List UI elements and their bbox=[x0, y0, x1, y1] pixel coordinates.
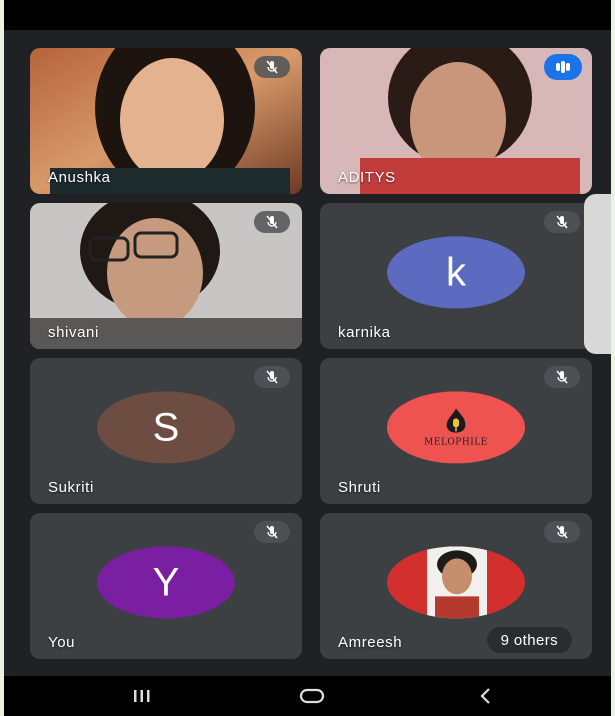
mic-off-icon bbox=[544, 366, 580, 388]
mic-off-icon bbox=[254, 366, 290, 388]
participant-name: Sukriti bbox=[48, 479, 94, 496]
participant-name: Anushka bbox=[48, 169, 111, 186]
side-panel-handle[interactable] bbox=[584, 194, 611, 354]
participant-tile-shivani[interactable]: shivani bbox=[30, 203, 302, 349]
participant-name: Amreesh bbox=[338, 634, 403, 651]
logo-text: MELOPHILE bbox=[424, 437, 488, 448]
participant-name: karnika bbox=[338, 324, 391, 341]
participant-name: You bbox=[48, 634, 76, 651]
mic-off-icon bbox=[544, 521, 580, 543]
participant-tile-sukriti[interactable]: S Sukriti bbox=[30, 358, 302, 504]
flame-mic-icon bbox=[446, 408, 466, 433]
recents-icon[interactable] bbox=[122, 684, 162, 708]
participant-tile-you[interactable]: Y You bbox=[30, 513, 302, 659]
status-bar bbox=[4, 0, 611, 30]
avatar-initial: k bbox=[446, 249, 466, 294]
avatar-initial: Y bbox=[152, 559, 180, 604]
participant-name: shivani bbox=[48, 324, 99, 341]
participant-name: ADITYS bbox=[338, 169, 396, 186]
back-icon[interactable] bbox=[466, 684, 506, 708]
mic-off-icon bbox=[254, 56, 290, 78]
avatar: Y bbox=[97, 546, 235, 619]
avatar: k bbox=[387, 236, 525, 309]
avatar-initial: S bbox=[152, 404, 180, 449]
participant-tile-aditys[interactable]: ADITYS bbox=[320, 48, 592, 194]
mic-off-icon bbox=[254, 521, 290, 543]
participant-tile-amreesh[interactable]: Amreesh 9 others bbox=[320, 513, 592, 659]
system-nav-bar bbox=[4, 676, 611, 716]
others-count-button[interactable]: 9 others bbox=[486, 627, 572, 653]
participant-tile-shruti[interactable]: MELOPHILE Shruti bbox=[320, 358, 592, 504]
participant-name: Shruti bbox=[338, 479, 381, 496]
meeting-screen: Anushka ADITYS shivani k karnika S Sukri… bbox=[4, 0, 611, 716]
avatar-photo bbox=[427, 546, 487, 619]
avatar bbox=[387, 546, 525, 619]
mic-off-icon bbox=[254, 211, 290, 233]
audio-level-icon bbox=[544, 54, 582, 80]
home-icon[interactable] bbox=[292, 684, 332, 708]
participant-tile-karnika[interactable]: k karnika bbox=[320, 203, 592, 349]
avatar: MELOPHILE bbox=[387, 391, 525, 464]
participant-tile-anushka[interactable]: Anushka bbox=[30, 48, 302, 194]
avatar: S bbox=[97, 391, 235, 464]
mic-off-icon bbox=[544, 211, 580, 233]
